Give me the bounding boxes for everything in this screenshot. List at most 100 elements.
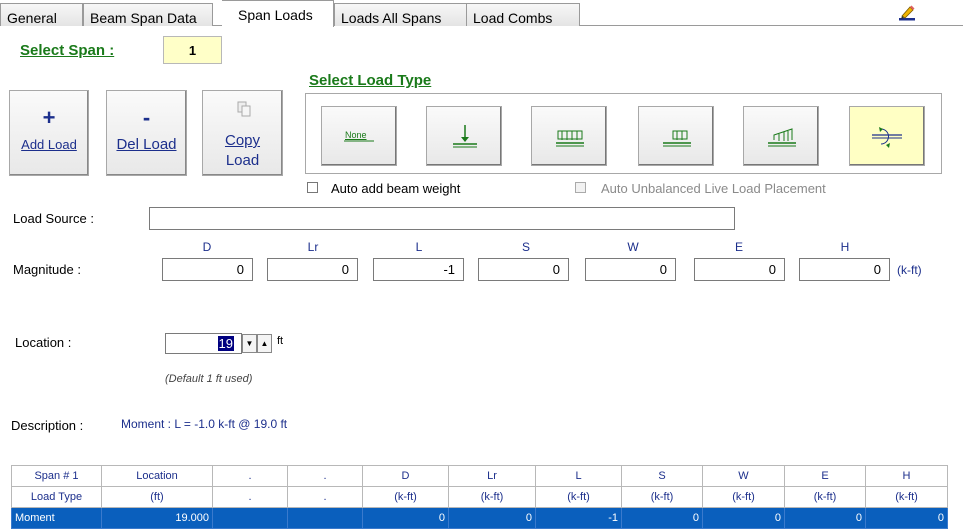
- table-cell[interactable]: 0: [362, 507, 449, 529]
- table-header-cell: (k-ft): [702, 486, 785, 508]
- load-type-moment-button[interactable]: [849, 106, 925, 166]
- magnitude-w-input[interactable]: 0: [585, 258, 676, 281]
- copy-load-label-2: Load: [225, 152, 260, 169]
- moment-load-icon: [872, 127, 902, 148]
- table-header-cell: (k-ft): [448, 486, 536, 508]
- table-header-cell: .: [287, 486, 363, 508]
- description-label: Description :: [11, 418, 84, 433]
- table-header-cell: L: [535, 465, 622, 487]
- table-header-cell: (ft): [101, 486, 213, 508]
- table-cell[interactable]: 0: [784, 507, 866, 529]
- add-load-button[interactable]: + Add Load: [9, 90, 89, 176]
- table-cell[interactable]: 0: [865, 507, 948, 529]
- auto-beam-weight-checkbox[interactable]: [307, 182, 318, 193]
- magnitude-e-input[interactable]: 0: [694, 258, 785, 281]
- magnitude-l-input[interactable]: -1: [373, 258, 464, 281]
- description-value: Moment : L = -1.0 k-ft @ 19.0 ft: [121, 417, 288, 431]
- location-value: 19: [217, 336, 234, 351]
- table-header-cell: (k-ft): [784, 486, 866, 508]
- point-load-icon: [453, 125, 477, 148]
- table-header-cell: W: [702, 465, 785, 487]
- edit-pencil-icon[interactable]: [898, 4, 916, 22]
- load-type-none-button[interactable]: None: [321, 106, 397, 166]
- case-s-header: S: [521, 240, 530, 254]
- magnitude-label: Magnitude :: [13, 262, 81, 277]
- tab-beam-span-data[interactable]: Beam Span Data: [83, 3, 213, 26]
- table-row[interactable]: Moment 19.000 0 0 -1 0 0 0 0: [11, 507, 948, 529]
- trapezoidal-load-icon: [768, 128, 796, 147]
- copy-load-label-1: Copy: [224, 132, 261, 149]
- span-selector[interactable]: 1: [163, 36, 222, 64]
- magnitude-h-input[interactable]: 0: [799, 258, 890, 281]
- tab-load-combs[interactable]: Load Combs: [466, 3, 580, 26]
- load-type-uniform-button[interactable]: [531, 106, 607, 166]
- select-load-type-label: Select Load Type: [309, 72, 432, 89]
- tab-loads-all-spans[interactable]: Loads All Spans: [334, 3, 467, 26]
- location-default-note: (Default 1 ft used): [165, 373, 253, 385]
- table-header-cell: Lr: [448, 465, 536, 487]
- tab-general[interactable]: General: [0, 3, 83, 26]
- table-header-cell: .: [212, 465, 288, 487]
- table-cell[interactable]: 0: [702, 507, 785, 529]
- uniform-load-icon: [556, 130, 584, 147]
- case-l-header: L: [415, 240, 423, 254]
- location-label: Location :: [15, 335, 72, 350]
- case-h-header: H: [840, 240, 850, 254]
- table-header-cell: .: [212, 486, 288, 508]
- case-e-header: E: [734, 240, 743, 254]
- table-cell[interactable]: 0: [621, 507, 703, 529]
- case-lr-header: Lr: [307, 240, 319, 254]
- add-load-label: Add Load: [21, 137, 77, 152]
- magnitude-unit-label: (k-ft): [897, 263, 922, 277]
- location-input[interactable]: 19: [165, 333, 242, 354]
- table-header-cell: D: [362, 465, 449, 487]
- case-d-header: D: [202, 240, 212, 254]
- table-header-cell: (k-ft): [362, 486, 449, 508]
- loads-table: Span # 1 Location . . D Lr L S W E H Loa…: [11, 465, 948, 529]
- table-cell[interactable]: [287, 507, 363, 529]
- location-step-down-button[interactable]: ▼: [242, 334, 257, 353]
- load-source-input[interactable]: [149, 207, 735, 230]
- select-span-label: Select Span :: [20, 42, 115, 59]
- copy-load-button[interactable]: Copy Load: [202, 90, 283, 176]
- table-header-cell: (k-ft): [865, 486, 948, 508]
- minus-icon: -: [142, 105, 151, 130]
- table-cell[interactable]: -1: [535, 507, 622, 529]
- load-type-trapezoidal-button[interactable]: [743, 106, 819, 166]
- table-cell[interactable]: Moment: [11, 507, 102, 529]
- plus-icon: +: [42, 105, 56, 130]
- load-type-point-button[interactable]: [426, 106, 502, 166]
- magnitude-s-input[interactable]: 0: [478, 258, 569, 281]
- table-header-cell: (k-ft): [621, 486, 703, 508]
- auto-unbalanced-label: Auto Unbalanced Live Load Placement: [601, 181, 826, 196]
- table-header-row-2: Load Type (ft) . . (k-ft) (k-ft) (k-ft) …: [11, 486, 948, 508]
- del-load-label: Del Load: [116, 136, 177, 153]
- del-load-button[interactable]: - Del Load: [106, 90, 187, 176]
- case-w-header: W: [627, 240, 639, 254]
- table-cell[interactable]: 19.000: [101, 507, 213, 529]
- load-type-group: None: [305, 93, 942, 174]
- table-cell[interactable]: 0: [448, 507, 536, 529]
- table-header-cell: S: [621, 465, 703, 487]
- table-header-cell: (k-ft): [535, 486, 622, 508]
- location-step-up-button[interactable]: ▲: [257, 334, 272, 353]
- tab-bar: General Beam Span Data Span Loads Loads …: [0, 0, 963, 27]
- location-unit-label: ft: [277, 335, 284, 347]
- none-icon: [344, 140, 374, 142]
- table-header-cell: Span # 1: [11, 465, 102, 487]
- magnitude-lr-input[interactable]: 0: [267, 258, 358, 281]
- table-header-row-1: Span # 1 Location . . D Lr L S W E H: [11, 465, 948, 487]
- table-header-cell: Load Type: [11, 486, 102, 508]
- partial-uniform-load-icon: [663, 130, 691, 147]
- table-header-cell: Location: [101, 465, 213, 487]
- auto-beam-weight-label: Auto add beam weight: [331, 181, 461, 196]
- magnitude-d-input[interactable]: 0: [162, 258, 253, 281]
- load-source-label: Load Source :: [13, 211, 94, 226]
- table-header-cell: H: [865, 465, 948, 487]
- table-header-cell: .: [287, 465, 363, 487]
- copy-icon: [237, 101, 251, 117]
- table-cell[interactable]: [212, 507, 288, 529]
- table-header-cell: E: [784, 465, 866, 487]
- tab-span-loads[interactable]: Span Loads: [222, 0, 334, 27]
- load-type-partial-button[interactable]: [638, 106, 714, 166]
